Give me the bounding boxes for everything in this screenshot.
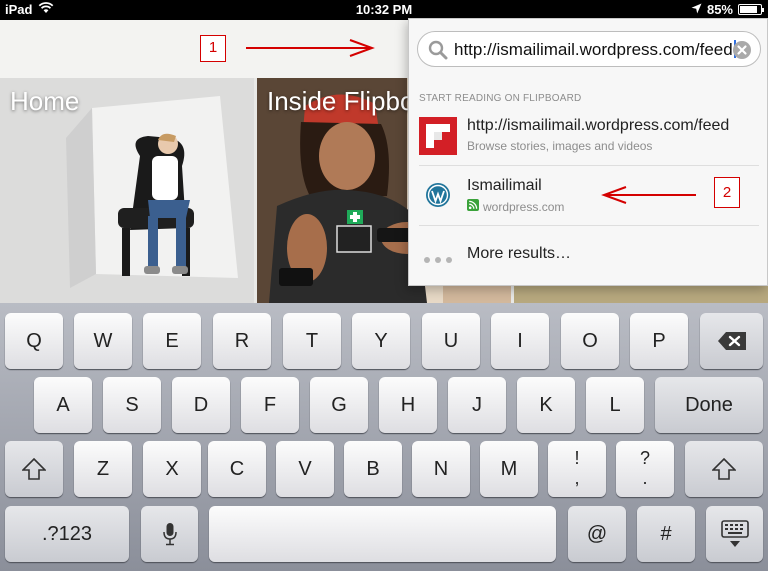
backspace-icon xyxy=(717,332,746,350)
at-key[interactable]: @ xyxy=(568,506,626,562)
hide-keyboard-key[interactable] xyxy=(706,506,763,562)
microphone-icon xyxy=(162,523,177,546)
key-exclamation-comma[interactable]: ! , xyxy=(548,441,606,497)
divider xyxy=(419,225,759,226)
key-y[interactable]: Y xyxy=(352,313,410,369)
key-q[interactable]: Q xyxy=(5,313,63,369)
search-icon xyxy=(428,40,448,65)
flipboard-logo-icon xyxy=(419,117,457,160)
key-l[interactable]: L xyxy=(586,377,644,433)
key-g[interactable]: G xyxy=(310,377,368,433)
result-feed-url-subtitle: Browse stories, images and videos xyxy=(467,139,653,153)
key-question-period[interactable]: ? . xyxy=(616,441,674,497)
search-popover: http://ismailimail.wordpress.com/feed ST… xyxy=(408,18,768,286)
key-r[interactable]: R xyxy=(213,313,271,369)
shift-key-left[interactable] xyxy=(5,441,63,497)
key-w[interactable]: W xyxy=(74,313,132,369)
result-ismailimail-subtitle: wordpress.com xyxy=(467,199,564,214)
search-input-value: http://ismailimail.wordpress.com/feed xyxy=(454,40,733,59)
key-d[interactable]: D xyxy=(172,377,230,433)
space-key[interactable] xyxy=(209,506,556,562)
wordpress-logo-icon xyxy=(425,182,451,213)
search-field[interactable]: http://ismailimail.wordpress.com/feed xyxy=(417,31,761,67)
divider xyxy=(419,165,759,166)
key-exclamation-top: ! xyxy=(574,448,580,468)
key-question-top: ? xyxy=(639,448,650,468)
shift-icon xyxy=(711,457,737,480)
tile-inside-flipboard-title: Inside Flipbo xyxy=(267,86,415,116)
key-s[interactable]: S xyxy=(103,377,161,433)
section-header: START READING ON FLIPBOARD xyxy=(419,93,582,104)
key-question-bottom: . xyxy=(642,468,648,488)
key-a[interactable]: A xyxy=(34,377,92,433)
key-j[interactable]: J xyxy=(448,377,506,433)
dictation-key[interactable] xyxy=(141,506,198,562)
tile-home-title: Home xyxy=(10,86,80,116)
key-p[interactable]: P xyxy=(630,313,688,369)
key-v[interactable]: V xyxy=(276,441,334,497)
more-results-label: More results… xyxy=(467,245,572,262)
hide-keyboard-icon xyxy=(720,520,749,547)
key-b[interactable]: B xyxy=(344,441,402,497)
search-input[interactable]: http://ismailimail.wordpress.com/feed xyxy=(454,40,736,60)
status-bar: iPad 10:32 PM 85% xyxy=(0,0,768,20)
key-t[interactable]: T xyxy=(283,313,341,369)
key-n[interactable]: N xyxy=(412,441,470,497)
key-k[interactable]: K xyxy=(517,377,575,433)
on-screen-keyboard: Q W E R T Y U I O P A S D F G H J K L Do… xyxy=(0,303,768,571)
hash-key[interactable]: # xyxy=(637,506,695,562)
result-ismailimail-title: Ismailimail xyxy=(467,177,542,194)
clock: 10:32 PM xyxy=(355,2,413,17)
key-z[interactable]: Z xyxy=(74,441,132,497)
ipad-screen: iPad 10:32 PM 85% 1 Home Inside Flipbo h… xyxy=(0,0,768,571)
key-h[interactable]: H xyxy=(379,377,437,433)
rss-icon xyxy=(467,199,479,214)
ellipsis-icon xyxy=(423,251,455,269)
key-i[interactable]: I xyxy=(491,313,549,369)
battery-percent: 85% xyxy=(706,2,733,17)
key-m[interactable]: M xyxy=(480,441,538,497)
battery-icon xyxy=(738,4,764,15)
key-f[interactable]: F xyxy=(241,377,299,433)
key-c[interactable]: C xyxy=(208,441,266,497)
result-ismailimail-domain: wordpress.com xyxy=(483,199,565,214)
location-arrow-icon xyxy=(691,2,702,17)
result-feed-url-title: http://ismailimail.wordpress.com/feed xyxy=(467,117,730,134)
key-o[interactable]: O xyxy=(561,313,619,369)
annotation-label-2: 2 xyxy=(714,177,740,208)
done-key[interactable]: Done xyxy=(655,377,763,433)
clear-icon[interactable] xyxy=(732,40,752,65)
key-x[interactable]: X xyxy=(143,441,201,497)
shift-key-right[interactable] xyxy=(685,441,763,497)
tile-home[interactable]: Home xyxy=(0,78,254,303)
annotation-arrow-1 xyxy=(246,39,375,57)
result-feed-url[interactable]: http://ismailimail.wordpress.com/feed Br… xyxy=(409,117,768,175)
annotation-label-1: 1 xyxy=(200,35,226,62)
shift-icon xyxy=(21,457,47,480)
annotation-arrow-2 xyxy=(601,186,696,204)
more-results-item[interactable]: More results… xyxy=(409,245,768,303)
key-exclamation-bottom: , xyxy=(574,468,580,488)
key-u[interactable]: U xyxy=(422,313,480,369)
key-e[interactable]: E xyxy=(143,313,201,369)
numbers-key[interactable]: .?123 xyxy=(5,506,129,562)
backspace-key[interactable] xyxy=(700,313,763,369)
